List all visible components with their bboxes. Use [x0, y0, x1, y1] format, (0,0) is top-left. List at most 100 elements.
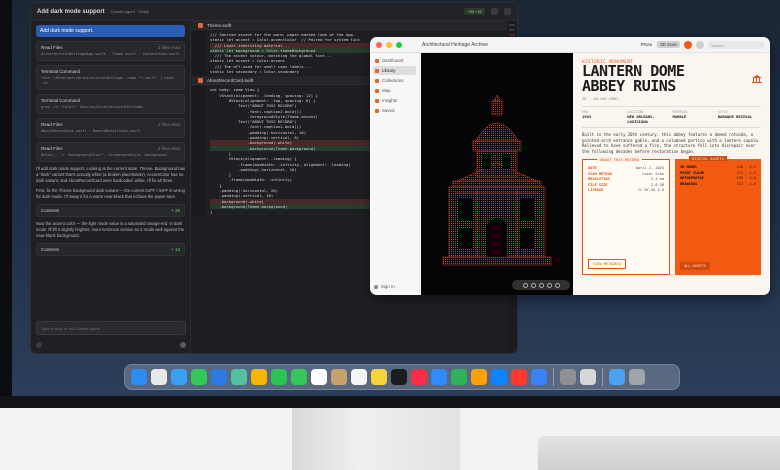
line-gutter	[192, 85, 206, 217]
view-mode-segmented[interactable]: Photo 3D Scan	[638, 41, 680, 48]
send-icon[interactable]	[180, 342, 186, 348]
dock-finder-icon[interactable]	[131, 369, 147, 385]
record-id: ID · AH-687-0002	[582, 96, 619, 101]
line-gutter	[192, 30, 206, 77]
rotate-icon[interactable]	[522, 282, 528, 288]
desktop-computer	[538, 436, 780, 470]
dock-folder-icon[interactable]	[609, 369, 625, 385]
dock-photos-icon[interactable]	[251, 369, 267, 385]
meta-style: STYLE BAROQUE REVIVAL	[718, 110, 761, 124]
dock-safari-icon[interactable]	[171, 369, 187, 385]
meta-value: 1903	[582, 114, 592, 119]
agent-message: First, fix the Theme background dark var…	[36, 188, 185, 199]
dock-settings-icon[interactable]	[560, 369, 576, 385]
dock-pages-icon[interactable]	[471, 369, 487, 385]
viewer-controls	[512, 280, 570, 290]
contents-count: + 28	[171, 208, 180, 213]
tool-card[interactable]: Terminal Command grep -rn "Color(" Sourc…	[36, 94, 185, 114]
dock-trash-icon[interactable]	[629, 369, 645, 385]
dock-tv-icon[interactable]	[391, 369, 407, 385]
dock-keynote-icon[interactable]	[431, 369, 447, 385]
dock-reminders-icon[interactable]	[351, 369, 367, 385]
sidebar-item-label: Insights	[382, 98, 398, 103]
panel-heading: DIGITAL ASSETS	[689, 156, 728, 161]
meta-location: LOCATION NEW ORLEANS, LOUISIANA	[627, 110, 670, 124]
dock-news-icon[interactable]	[511, 369, 527, 385]
sidebar-item-collections[interactable]: Collections	[373, 76, 416, 85]
tool-card-title: Terminal Command	[41, 69, 81, 74]
file-tab-label: AboutRecordCard.swift	[207, 77, 254, 83]
segment-photo[interactable]: Photo	[638, 41, 655, 48]
sign-in-label: Sign In	[381, 284, 395, 289]
dock-music-icon[interactable]	[411, 369, 427, 385]
tool-card[interactable]: Read Files 4 files read Detail_, -r "back…	[36, 142, 185, 162]
window-subtitle: Claude Agent · Today	[110, 9, 149, 14]
dock-calendar-icon[interactable]	[311, 369, 327, 385]
dock-launchpad-icon[interactable]	[151, 369, 167, 385]
tool-card-body: find ~/Developer/ArchitecturalHeritage -…	[41, 76, 173, 85]
asset-row[interactable]: DRAWINGS 132 · 2.6	[680, 182, 756, 188]
scan-viewer[interactable]	[421, 53, 573, 295]
desktop: Add dark mode support Claude Agent · Tod…	[12, 0, 780, 396]
attach-icon[interactable]	[36, 342, 42, 348]
panel-heading: ABOUT THIS RECORD	[597, 157, 642, 162]
contents-card[interactable]: Contents + 28	[36, 204, 185, 217]
view-metadata-button[interactable]: VIEW METADATA	[588, 259, 627, 269]
sidebar-item-label: Saved	[382, 108, 395, 113]
close-button[interactable]	[376, 41, 382, 48]
dock-app-store-icon[interactable]	[491, 369, 507, 385]
pan-icon[interactable]	[530, 282, 536, 288]
monitor-stand	[292, 408, 460, 470]
zoom-icon[interactable]	[538, 282, 544, 288]
point-cloud-scan	[442, 94, 552, 266]
dock-notes-icon[interactable]	[371, 369, 387, 385]
library-icon	[375, 68, 379, 73]
measure-icon[interactable]	[546, 282, 552, 288]
contents-count: + 12	[171, 247, 180, 252]
sidebar-toggle-icon[interactable]	[491, 8, 498, 15]
all-assets-button[interactable]: ALL ASSETS	[680, 262, 710, 270]
dock-xcode-icon[interactable]	[531, 369, 547, 385]
record-description: Built in the early 20th century, this ab…	[582, 132, 761, 154]
tool-card[interactable]: Read Files 2 files read AboutRecordCard.s…	[36, 118, 185, 138]
dock-facetime-icon[interactable]	[271, 369, 287, 385]
map-icon	[375, 88, 379, 93]
minimize-button[interactable]	[386, 41, 392, 48]
record-title-line-2: ABBEY RUINS	[582, 77, 676, 95]
user-prompt: Add dark mode support.	[36, 25, 185, 37]
sidebar-item-dashboard[interactable]: Dashboard	[373, 56, 416, 65]
share-icon[interactable]	[696, 40, 704, 49]
collections-icon	[375, 78, 379, 83]
dock-preview-icon[interactable]	[580, 369, 596, 385]
dock-messages-icon[interactable]	[191, 369, 207, 385]
heritage-app-window: Architectural Heritage Archive Photo 3D …	[370, 37, 770, 295]
sidebar-item-library[interactable]: Library	[373, 66, 416, 75]
agent-reply-input[interactable]: Type a reply or ask Claude Agent	[36, 321, 186, 335]
dashboard-icon	[375, 58, 379, 63]
dock-contacts-icon[interactable]	[331, 369, 347, 385]
file-tab[interactable]: Theme.swift	[192, 21, 517, 30]
sign-in-button[interactable]: Sign In	[374, 284, 395, 289]
record-icon[interactable]	[684, 40, 692, 49]
contents-card[interactable]: Contents + 12	[36, 243, 185, 256]
window-title: Add dark mode support	[37, 8, 105, 15]
tool-card[interactable]: Read Files 3 files read ArchitecturalHeri…	[36, 41, 185, 61]
sidebar-item-insights[interactable]: Insights	[373, 96, 416, 105]
segment-3d-scan[interactable]: 3D Scan	[657, 41, 680, 48]
search-input[interactable]: Search	[708, 40, 764, 49]
zoom-button[interactable]	[396, 41, 402, 48]
dock-maps-icon[interactable]	[231, 369, 247, 385]
agent-message: Now the accent color — the light mode va…	[36, 221, 185, 238]
sidebar-item-saved[interactable]: Saved	[373, 106, 416, 115]
tool-card-title: Read Files	[41, 45, 63, 50]
tool-card[interactable]: Terminal Command find ~/Developer/Archit…	[36, 65, 185, 90]
tool-card-body: Detail_, -r "backgroundColor", foregroun…	[41, 153, 167, 157]
sidebar-item-map[interactable]: Map	[373, 86, 416, 95]
layout-icon[interactable]	[504, 8, 511, 15]
contents-label: Contents	[41, 247, 60, 252]
dock-mail-icon[interactable]	[211, 369, 227, 385]
tool-card-title: Terminal Command	[41, 98, 81, 103]
fullscreen-icon[interactable]	[554, 282, 560, 288]
dock-numbers-icon[interactable]	[451, 369, 467, 385]
dock-phone-icon[interactable]	[291, 369, 307, 385]
